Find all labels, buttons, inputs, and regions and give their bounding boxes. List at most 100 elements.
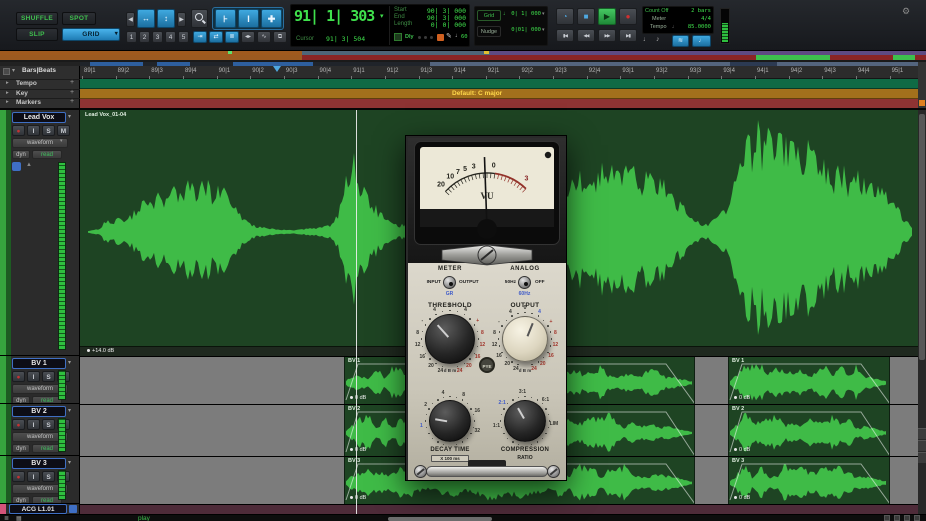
vertical-scrollbar[interactable] [918,110,926,514]
input-monitor-button[interactable]: I [27,419,40,430]
track-name-box[interactable]: BV 2 [12,406,66,417]
edit-mode-spot[interactable]: SPOT [62,12,96,25]
record-button[interactable]: ● [619,8,637,25]
analog-switch[interactable] [518,276,531,289]
duplicate-button[interactable]: ⧉ [273,31,287,43]
tempo-label[interactable]: Tempo [650,24,667,30]
lead-vox-track-header[interactable]: Lead Vox ▾ ● I S Mwaveform ▾ dyn read ▲ [0,110,80,356]
conductor-toggle-button[interactable]: ♩ [692,35,711,47]
track-name-box[interactable]: ACG L1.01 [9,504,67,514]
fast-forward-button[interactable]: ▶▶ [598,29,616,42]
compressor-plugin-window[interactable]: 20 10 7 5 3 0 3 VU METER ANALOG INPUT OUTPUT GR… [405,135,567,481]
decay-time-knob[interactable] [429,400,471,442]
timebase-dropdown-icon[interactable]: ▾ [12,67,15,74]
zoom-preset-3[interactable]: 3 [152,31,163,43]
grabber-tool-button[interactable]: ✚ [261,9,282,28]
nudge-value[interactable]: 0|01| 000 [509,27,541,33]
trim-tool-button[interactable]: ⊦ [215,9,236,28]
vscroll-zoom-button[interactable] [918,428,926,439]
tab-to-transient-button[interactable]: ⇥ [193,31,207,43]
track-options-icon[interactable]: ▾ [68,407,71,414]
bv-3-track-header[interactable]: BV 3▾●ISMwaveform▾dynread [0,456,80,504]
go-to-start-button[interactable]: ▮◀ [556,29,574,42]
compression-ratio-knob[interactable] [504,400,546,442]
solo-button[interactable]: S [42,371,55,382]
track-mini-icon[interactable] [69,505,77,513]
toolbar-gear-icon[interactable]: ⚙ [902,6,910,17]
count-off-label[interactable]: Count Off [645,8,668,14]
solo-button[interactable]: S [42,471,55,482]
freeze-icon[interactable] [12,162,21,171]
bottom-corner-icon[interactable] [884,515,890,521]
ruler-add-icon[interactable]: + [70,89,74,96]
main-counter[interactable]: 91| 1| 303 [294,7,386,25]
zoom-in-arrow-button[interactable]: ▶ [177,12,186,27]
plugin-handle[interactable] [426,466,548,477]
insertion-follows-button[interactable]: ⇄ [209,31,223,43]
input-monitor-button[interactable]: I [27,371,40,382]
automation-type-box[interactable]: dyn [12,396,30,403]
bottom-menu-icon[interactable]: ≣ [4,515,9,521]
counter-dropdown-icon[interactable]: ▾ [380,12,384,20]
zoom-preset-1[interactable]: 1 [126,31,137,43]
zoom-preset-2[interactable]: 2 [139,31,150,43]
record-arm-button[interactable]: ● [12,371,25,382]
tempo-ruler[interactable] [80,79,926,89]
ruler-expander-icon[interactable]: ▸ [6,80,9,86]
track-name-box[interactable]: Lead Vox [12,112,66,123]
record-arm-button[interactable]: ● [12,419,25,430]
acg-track-header[interactable]: ACG L1.01 [0,504,80,514]
metronome-icon[interactable]: ♩ [643,36,650,43]
key-ruler[interactable]: Default: C major [80,89,926,99]
scrub-button[interactable]: ∿ [257,31,271,43]
track-options-icon[interactable]: ▾ [68,459,71,466]
bottom-corner-icon[interactable] [904,515,910,521]
automation-type-box[interactable]: dyn [12,150,30,159]
vertical-zoom-button[interactable]: ↕ [157,9,175,28]
zoom-out-arrow-button[interactable]: ◀ [126,12,135,27]
vscroll-thumb[interactable] [919,114,925,360]
selector-tool-button[interactable]: I [238,9,259,28]
acg-lane[interactable] [80,504,918,514]
midi-merge-icon[interactable]: ♪ [656,36,660,43]
ruler-expander-icon[interactable]: ▸ [6,90,9,96]
play-button[interactable]: ▶ [598,8,616,25]
grid-dropdown-icon[interactable]: ▾ [542,11,545,17]
horizontal-zoom-button[interactable]: ↔ [137,9,155,28]
automation-type-box[interactable]: dyn [12,496,30,503]
ruler-add-icon[interactable]: + [70,98,74,105]
solo-button[interactable]: S [42,125,55,136]
vscroll-zoom-button[interactable] [918,452,926,463]
record-arm-button[interactable]: ● [12,471,25,482]
tempo-ruler-toggle-button[interactable]: ≋ [672,35,689,47]
edit-mode-slip[interactable]: SLIP [16,28,58,41]
bv-3-clip-b[interactable]: BV 3 0 dB [728,457,890,504]
ruler-expander-icon[interactable]: ▸ [6,99,9,105]
ruler-row-label-key[interactable]: Key [16,90,28,97]
playback-cursor-icon[interactable] [273,66,281,72]
record-arm-button[interactable]: ● [12,125,25,136]
bv-2-clip-b[interactable]: BV 2 0 dB [728,405,890,456]
grid-label[interactable]: Grid [477,10,501,21]
selection-length-value[interactable]: 0| 0| 000 [420,21,466,29]
marker-ruler[interactable] [80,98,926,108]
meter-switch[interactable] [443,276,456,289]
input-monitor-button[interactable]: I [27,125,40,136]
bottom-corner-icon[interactable] [914,515,920,521]
link-timeline-button[interactable]: ≣ [225,31,239,43]
zoom-preset-4[interactable]: 4 [165,31,176,43]
go-to-end-button[interactable]: ▶▮ [619,29,637,42]
input-monitor-button[interactable]: I [27,471,40,482]
link-track-button[interactable]: ◂▸ [241,31,255,43]
zoomer-tool-button[interactable] [191,9,208,28]
automation-type-box[interactable]: dyn [12,444,30,453]
track-name-box[interactable]: BV 3 [12,458,66,469]
edit-mode-shuffle[interactable]: SHUFFLE [16,12,58,25]
automation-mode-box[interactable]: read [32,150,62,159]
universe-overview[interactable] [0,51,926,62]
bottom-grid-icon[interactable]: ▦ [16,515,22,521]
solo-button[interactable]: S [42,419,55,430]
bv-2-track-header[interactable]: BV 2▾●ISMwaveform▾dynread [0,404,80,456]
track-name-box[interactable]: BV 1 [12,358,66,369]
output-knob[interactable] [502,316,548,362]
